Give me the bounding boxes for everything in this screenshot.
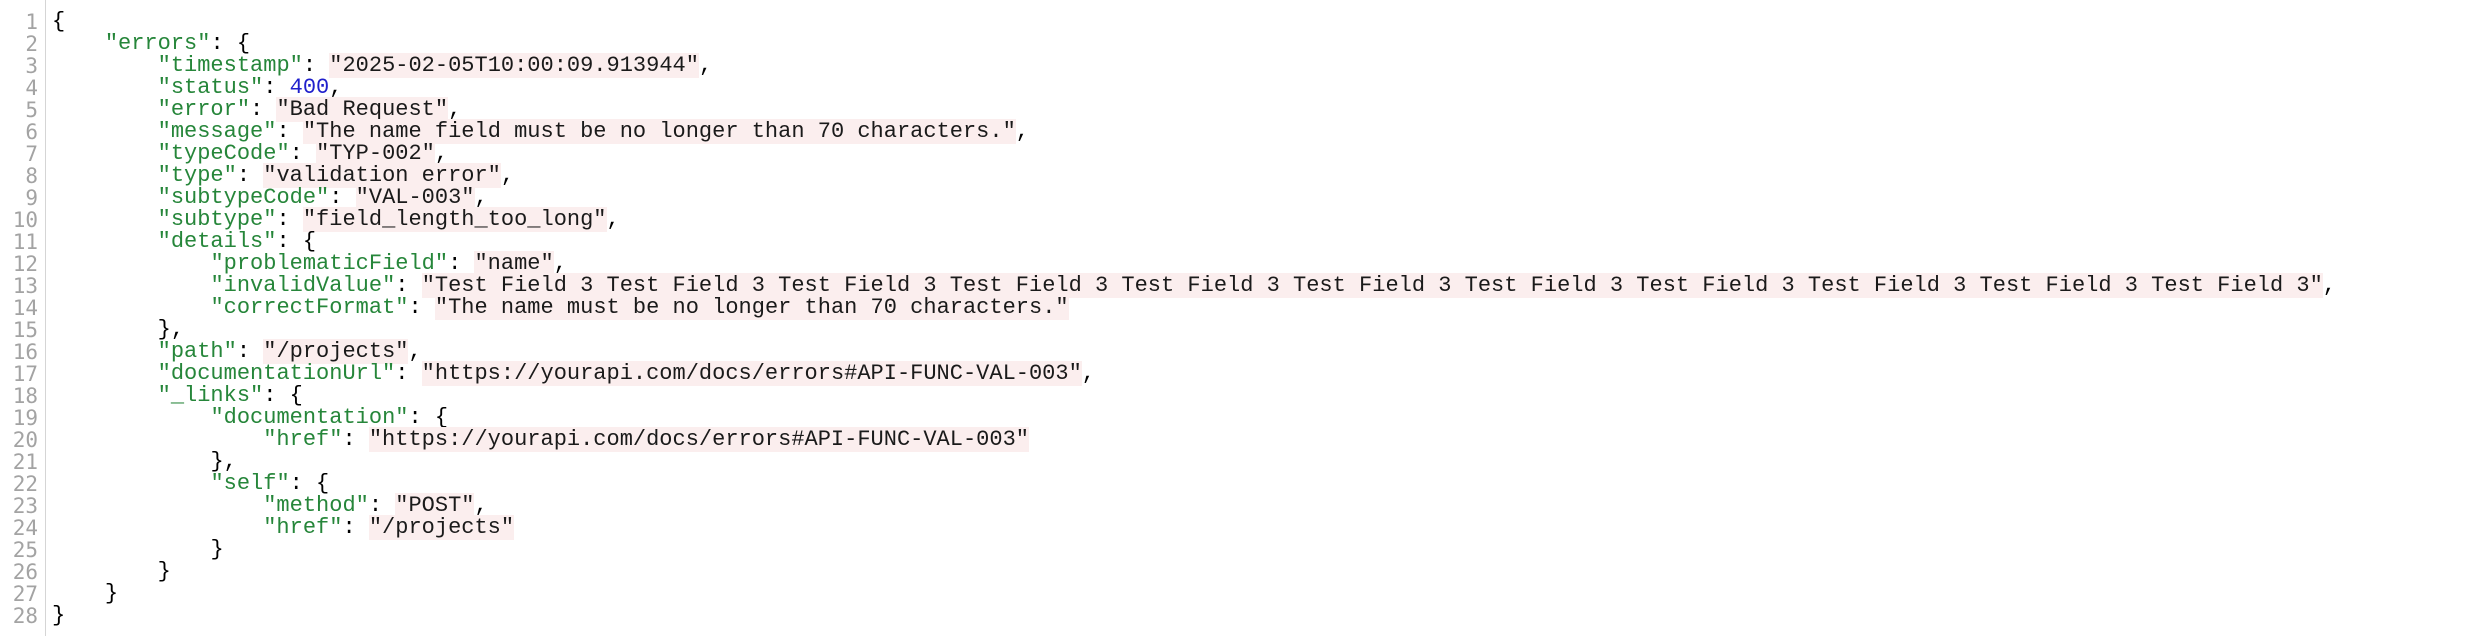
json-string-value: "The name must be no longer than 70 char… bbox=[434, 295, 1069, 320]
line-number: 1 bbox=[25, 10, 38, 34]
json-key: "href" bbox=[263, 515, 343, 540]
line-number: 17 bbox=[12, 362, 38, 386]
code-line: "method": "POST", bbox=[52, 493, 2484, 518]
json-punctuation: : bbox=[395, 361, 422, 386]
code-line: "documentation": { bbox=[52, 407, 2484, 429]
line-number: 21 bbox=[12, 450, 38, 474]
code-line: "typeCode": "TYP-002", bbox=[52, 141, 2484, 166]
code-line: "invalidValue": "Test Field 3 Test Field… bbox=[52, 273, 2484, 298]
json-viewer: 1 2 3 4 5 6 7 8 9 10 11 12 13 14 15 16 17 18 19 20 21 22 23 24 2… bbox=[0, 0, 2484, 636]
json-code-area[interactable]: { "errors": { "timestamp": "2025-02-05T1… bbox=[46, 0, 2484, 636]
line-number: 28 bbox=[12, 604, 38, 628]
line-number-gutter: 1 2 3 4 5 6 7 8 9 10 11 12 13 14 15 16 17 18 19 20 21 22 23 24 2… bbox=[0, 0, 46, 636]
line-number: 11 bbox=[12, 230, 38, 254]
line-number: 6 bbox=[25, 120, 38, 144]
line-number: 19 bbox=[12, 406, 38, 430]
code-line: }, bbox=[52, 451, 2484, 473]
code-line: "status": 400, bbox=[52, 77, 2484, 99]
json-punctuation: , bbox=[606, 207, 620, 232]
line-number: 15 bbox=[12, 318, 38, 342]
line-number: 18 bbox=[12, 384, 38, 408]
json-punctuation: } bbox=[52, 603, 66, 628]
line-number: 26 bbox=[12, 560, 38, 584]
json-string-value: "https://yourapi.com/docs/errors#API-FUN… bbox=[368, 427, 1029, 452]
json-string-value: "2025-02-05T10:00:09.913944" bbox=[329, 53, 699, 78]
json-string-value: "field_length_too_long" bbox=[302, 207, 607, 232]
code-line: "message": "The name field must be no lo… bbox=[52, 119, 2484, 144]
code-line: }, bbox=[52, 319, 2484, 341]
line-number: 9 bbox=[25, 186, 38, 210]
json-punctuation: } bbox=[157, 559, 171, 584]
code-line: "problematicField": "name", bbox=[52, 251, 2484, 276]
json-punctuation: : bbox=[342, 427, 369, 452]
json-string-value: "https://yourapi.com/docs/errors#API-FUN… bbox=[421, 361, 1082, 386]
code-line: } bbox=[52, 583, 2484, 605]
code-line: "timestamp": "2025-02-05T10:00:09.913944… bbox=[52, 53, 2484, 78]
code-line: "errors": { bbox=[52, 33, 2484, 55]
code-line: "subtype": "field_length_too_long", bbox=[52, 207, 2484, 232]
line-number: 3 bbox=[25, 54, 38, 78]
code-line: { bbox=[52, 11, 2484, 33]
line-number: 8 bbox=[25, 164, 38, 188]
json-string-value: "/projects" bbox=[368, 515, 515, 540]
line-number: 16 bbox=[12, 340, 38, 364]
code-line: "error": "Bad Request", bbox=[52, 97, 2484, 122]
json-key: "correctFormat" bbox=[210, 295, 409, 320]
code-line: "href": "https://yourapi.com/docs/errors… bbox=[52, 427, 2484, 452]
code-line: } bbox=[52, 605, 2484, 627]
line-number: 12 bbox=[12, 252, 38, 276]
json-punctuation: : bbox=[342, 515, 369, 540]
json-punctuation: , bbox=[2322, 273, 2336, 298]
json-punctuation: } bbox=[210, 537, 224, 562]
json-punctuation: } bbox=[104, 581, 119, 606]
line-number: 22 bbox=[12, 472, 38, 496]
line-number: 2 bbox=[25, 32, 38, 56]
code-line: "href": "/projects" bbox=[52, 515, 2484, 540]
json-punctuation: , bbox=[1081, 361, 1095, 386]
line-number: 23 bbox=[12, 494, 38, 518]
line-number: 27 bbox=[12, 582, 38, 606]
line-number: 25 bbox=[12, 538, 38, 562]
line-number: 14 bbox=[12, 296, 38, 320]
line-number: 10 bbox=[12, 208, 38, 232]
code-line: "correctFormat": "The name must be no lo… bbox=[52, 295, 2484, 320]
line-number: 13 bbox=[12, 274, 38, 298]
json-punctuation: , bbox=[1015, 119, 1029, 144]
line-number: 5 bbox=[25, 98, 38, 122]
code-line: "_links": { bbox=[52, 385, 2484, 407]
code-line: "subtypeCode": "VAL-003", bbox=[52, 185, 2484, 210]
line-number: 24 bbox=[12, 516, 38, 540]
code-line: } bbox=[52, 539, 2484, 561]
json-punctuation: , bbox=[698, 53, 713, 78]
code-line: "documentationUrl": "https://yourapi.com… bbox=[52, 361, 2484, 386]
code-line: "self": { bbox=[52, 473, 2484, 495]
code-line: "type": "validation error", bbox=[52, 163, 2484, 188]
code-line: "path": "/projects", bbox=[52, 339, 2484, 364]
code-line: "details": { bbox=[52, 231, 2484, 253]
line-number: 4 bbox=[25, 76, 38, 100]
line-number: 20 bbox=[12, 428, 38, 452]
json-key: "href" bbox=[263, 427, 343, 452]
line-number: 7 bbox=[25, 142, 38, 166]
json-punctuation: : bbox=[408, 295, 435, 320]
code-line: } bbox=[52, 561, 2484, 583]
json-punctuation: , bbox=[500, 163, 515, 188]
